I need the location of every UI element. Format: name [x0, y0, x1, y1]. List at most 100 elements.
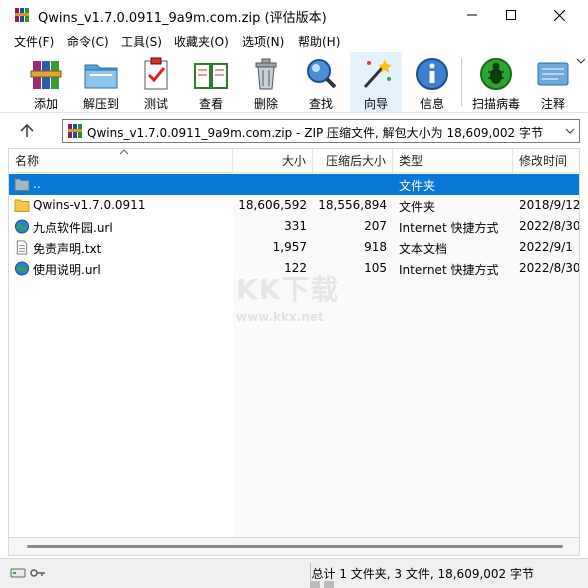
file-name: ..	[33, 177, 41, 191]
globe-icon	[14, 261, 30, 276]
watermark-brand: KK下载	[236, 273, 340, 306]
column-name-label: 名称	[15, 154, 40, 168]
menu-help[interactable]: 帮助(H)	[298, 33, 340, 50]
file-packed-size: 207	[364, 219, 387, 233]
key-icon[interactable]	[30, 567, 46, 579]
file-size: 331	[284, 219, 307, 233]
column-modified-label: 修改时间	[519, 154, 568, 168]
magic-wand-icon	[363, 59, 392, 89]
file-name: 免责声明.txt	[33, 242, 102, 256]
file-type: Internet 快捷方式	[399, 263, 499, 277]
resize-grip-icon[interactable]	[310, 579, 350, 588]
column-type-label: 类型	[399, 154, 424, 168]
test-label: 测试	[143, 97, 168, 111]
close-button[interactable]	[536, 0, 582, 30]
file-size: 1,957	[272, 240, 307, 254]
comment-label: 注释	[540, 97, 565, 111]
file-modified: 2022/9/1	[519, 240, 573, 254]
menu-tools[interactable]: 工具(S)	[121, 33, 162, 50]
chevron-down-icon	[576, 58, 586, 64]
virus-scan-icon	[480, 58, 512, 90]
maximize-icon	[506, 10, 516, 20]
sort-asc-icon	[119, 149, 129, 155]
folder-up-icon	[14, 178, 30, 191]
find-label: 查找	[308, 97, 333, 111]
extract-label: 解压到	[82, 97, 119, 111]
file-size: 18,606,592	[238, 198, 307, 212]
toolbar: 添加 解压到 测试 查看 删除 查找 向导 信息 扫描病毒 注释	[0, 52, 588, 112]
add-button[interactable]: 添加	[24, 52, 68, 112]
info-button[interactable]: 信息	[412, 52, 452, 112]
delete-button[interactable]: 删除	[246, 52, 286, 112]
virus-scan-button[interactable]: 扫描病毒	[470, 52, 522, 112]
column-packed-label: 压缩后大小	[325, 154, 386, 168]
menu-favorites[interactable]: 收藏夹(O)	[174, 33, 229, 50]
file-type: Internet 快捷方式	[399, 221, 499, 235]
menu-commands[interactable]: 命令(C)	[67, 33, 109, 50]
column-size[interactable]: 大小	[233, 149, 313, 173]
extract-folder-icon	[84, 64, 118, 89]
add-archive-icon	[30, 61, 62, 89]
watermark-url: www.kkx.net	[236, 310, 324, 324]
maximize-button[interactable]	[488, 0, 534, 30]
menu-options[interactable]: 选项(N)	[242, 33, 284, 50]
drive-icon[interactable]	[10, 567, 26, 579]
search-icon	[307, 59, 337, 89]
file-name: 九点软件园.url	[33, 221, 113, 235]
folder-icon	[14, 199, 30, 212]
menu-file[interactable]: 文件(F)	[14, 33, 54, 50]
watermark: KK下载 www.kkx.net	[236, 268, 356, 328]
path-text: Qwins_v1.7.0.0911_9a9m.com.zip - ZIP 压缩文…	[87, 126, 543, 140]
column-size-label: 大小	[281, 154, 306, 168]
file-packed-size: 918	[364, 240, 387, 254]
column-header: 名称 大小 压缩后大小 类型 修改时间	[9, 149, 579, 173]
info-label: 信息	[419, 97, 444, 111]
file-name: 使用说明.url	[33, 263, 101, 277]
horizontal-scrollbar[interactable]	[8, 538, 580, 556]
file-packed-size: 18,556,894	[318, 198, 387, 212]
view-button[interactable]: 查看	[188, 52, 234, 112]
table-row[interactable]: 九点软件园.url 331 207 Internet 快捷方式 2022/8/3…	[9, 216, 580, 237]
view-label: 查看	[198, 97, 223, 111]
winrar-app-icon	[15, 8, 29, 22]
window-title: Qwins_v1.7.0.0911_9a9m.com.zip (评估版本)	[38, 11, 327, 26]
test-button[interactable]: 测试	[136, 52, 176, 112]
view-book-icon	[194, 63, 228, 89]
table-row[interactable]: .. 文件夹	[9, 174, 579, 195]
add-label: 添加	[33, 97, 58, 111]
address-bar: Qwins_v1.7.0.0911_9a9m.com.zip - ZIP 压缩文…	[0, 112, 588, 148]
column-packed[interactable]: 压缩后大小	[313, 149, 393, 173]
chevron-down-icon[interactable]	[565, 126, 575, 136]
wizard-button[interactable]: 向导	[350, 52, 402, 112]
comment-icon	[537, 62, 569, 86]
column-type[interactable]: 类型	[393, 149, 513, 173]
virus-scan-label: 扫描病毒	[471, 97, 520, 111]
toolbar-overflow-button[interactable]	[576, 52, 588, 72]
table-row[interactable]: Qwins-v1.7.0.0911 18,606,592 18,556,894 …	[9, 195, 580, 216]
scroll-thumb[interactable]	[27, 545, 563, 548]
title-bar: Qwins_v1.7.0.0911_9a9m.com.zip (评估版本)	[0, 0, 588, 30]
trash-icon	[255, 58, 277, 90]
comment-button[interactable]: 注释	[536, 52, 570, 112]
up-arrow-icon[interactable]	[18, 123, 36, 139]
find-button[interactable]: 查找	[300, 52, 342, 112]
extract-button[interactable]: 解压到	[78, 52, 124, 112]
file-modified: 2022/8/30	[519, 219, 580, 233]
toolbar-separator	[461, 58, 462, 106]
file-modified: 2022/8/30	[519, 261, 580, 275]
file-type: 文件夹	[399, 200, 436, 214]
file-modified: 2018/9/12	[519, 198, 580, 212]
zip-archive-icon	[68, 124, 82, 138]
table-row[interactable]: 免责声明.txt 1,957 918 文本文档 2022/9/1	[9, 237, 579, 258]
minimize-icon	[467, 14, 477, 16]
globe-icon	[14, 219, 30, 234]
file-type: 文本文档	[399, 242, 448, 256]
close-icon	[553, 9, 565, 21]
wizard-label: 向导	[363, 97, 388, 111]
menu-bar: 文件(F) 命令(C) 工具(S) 收藏夹(O) 选项(N) 帮助(H)	[0, 30, 588, 52]
delete-label: 删除	[253, 97, 278, 111]
info-icon	[416, 58, 448, 90]
file-list: 名称 大小 压缩后大小 类型 修改时间 .. 文件夹 Qwins-v1.7.0.…	[8, 148, 580, 538]
path-field[interactable]: Qwins_v1.7.0.0911_9a9m.com.zip - ZIP 压缩文…	[62, 119, 580, 143]
column-modified[interactable]: 修改时间	[513, 149, 579, 173]
